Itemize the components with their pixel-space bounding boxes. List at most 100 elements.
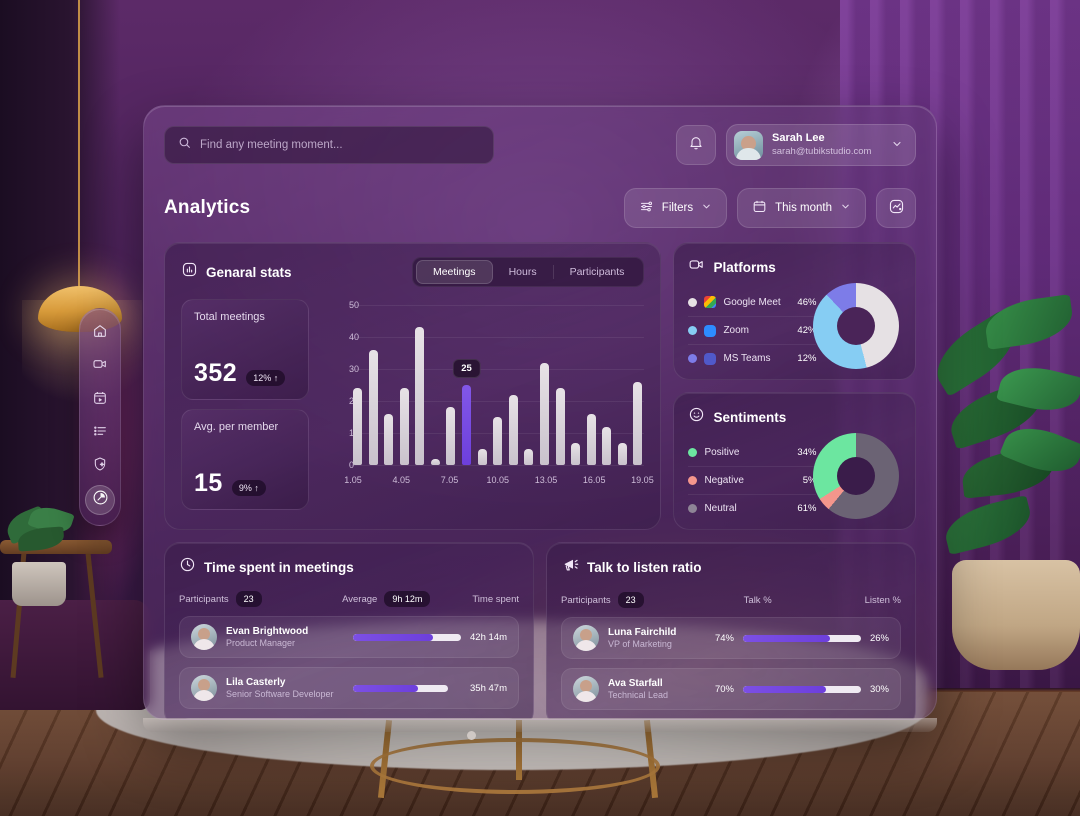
chart-bar[interactable] [602,426,612,465]
sidebar-item-recordings[interactable] [85,385,115,415]
report-chart-icon [888,198,905,218]
table-row[interactable]: Luna Fairchild VP of Marketing 74% 26% [561,617,901,659]
glass-table-surface [143,718,937,732]
chart-bar[interactable] [555,388,565,465]
filters-label: Filters [661,202,694,214]
pendant-lamp-cord [78,0,80,288]
chart-bar[interactable]: 25 [452,359,481,465]
sidebar-item-meetings[interactable] [85,352,115,382]
chart-bar[interactable] [617,442,627,465]
legend-item-zoom[interactable]: Zoom 42% [688,316,817,344]
talk-percent: 74% [714,632,734,644]
time-spent-value: 35h 47m [470,682,507,694]
chart-bar[interactable] [415,327,425,465]
shield-sparkle-icon [92,456,108,477]
table-row[interactable]: Evan Brightwood Product Manager 42h 14m [179,616,519,658]
chart-bar[interactable] [586,413,596,465]
calendar-play-icon [92,390,108,411]
table-row[interactable]: Lila Casterly Senior Software Developer … [179,667,519,709]
platforms-legend: Google Meet 46% Zoom 42% MS Teams 12% [688,288,817,372]
listen-column-label: Listen % [864,594,901,606]
chart-bar[interactable] [399,388,409,465]
sidebar-item-home[interactable] [85,319,115,349]
zoom-icon [704,324,717,337]
chart-bar[interactable] [508,394,518,465]
filters-button[interactable]: Filters [623,188,728,228]
app-sidebar[interactable] [79,308,121,526]
legend-item-ms-teams[interactable]: MS Teams 12% [688,344,817,372]
x-axis-tick-label: 4.05 [392,475,410,485]
chart-bar[interactable] [368,349,378,465]
progress-track [742,634,861,642]
participants-count: 23 [617,592,644,608]
talk-listen-card: Talk to listen ratio Participants 23 Tal… [546,542,916,719]
person-name: Lila Casterly [226,676,286,688]
chart-bar[interactable] [384,413,394,465]
sentiments-header: Sentiments [688,406,901,428]
legend-label: Neutral [704,503,737,514]
person-info: Lila Casterly Senior Software Developer [226,676,344,701]
stat-value: 352 [194,359,238,387]
x-axis-tick-label: 19.05 [631,475,654,485]
chart-bar[interactable] [430,458,440,465]
dashboard-panel: Sarah Lee sarah@tubikstudio.com Analytic… [143,105,937,720]
search-bar[interactable] [164,126,494,164]
chart-bar[interactable] [477,449,487,465]
video-camera-icon [92,356,108,377]
chart-bars[interactable]: 25 [353,305,643,465]
sidebar-item-tasks[interactable] [85,419,115,449]
chart-bar[interactable] [571,442,581,465]
bar-chart-icon [181,261,198,283]
chart-bar[interactable] [493,417,503,465]
person-role: Product Manager [226,637,296,648]
chevron-down-icon [891,138,903,153]
megaphone-icon [561,556,579,579]
chart-bar[interactable] [353,388,362,465]
report-button[interactable] [876,188,916,228]
tab-participants[interactable]: Participants [554,260,641,284]
meetings-bar-chart: 50403020100 25 1.054.057.0510.0513.0516.… [323,299,653,501]
date-range-button[interactable]: This month [737,188,866,228]
general-stats-title: Genaral stats [206,264,292,280]
general-stats-title-group: Genaral stats [181,261,292,283]
chart-bar[interactable] [524,449,534,465]
table-row[interactable]: Ava Starfall Technical Lead 70% 30% [561,668,901,710]
user-menu[interactable]: Sarah Lee sarah@tubikstudio.com [726,124,916,166]
top-right-group: Sarah Lee sarah@tubikstudio.com [676,124,916,166]
sidebar-item-analytics[interactable] [85,485,115,516]
legend-dot [688,447,698,457]
participants-count: 23 [235,591,262,607]
stats-tabs[interactable]: Meetings Hours Participants [411,257,645,287]
legend-label: Zoom [723,325,749,336]
chart-bar[interactable] [446,407,456,465]
title-row: Analytics Filters This month [164,188,916,228]
x-axis-tick-label: 13.05 [534,475,558,485]
legend-item-neutral[interactable]: Neutral 61% [688,494,817,522]
talk-listen-title: Talk to listen ratio [587,560,702,575]
time-spent-header: Time spent in meetings [179,556,519,578]
stat-trend-badge: 12% ↑ [246,370,286,386]
legend-item-positive[interactable]: Positive 34% [688,438,816,466]
progress-fill [353,684,418,692]
stat-label: Avg. per member [194,421,279,433]
chart-bar[interactable] [633,381,643,465]
calendar-icon [752,199,767,217]
chart-bar[interactable] [539,362,549,465]
stat-value-row: 352 12% ↑ [194,359,296,388]
x-axis-tick-label: 7.05 [440,475,459,485]
talk-percent: 70% [714,683,734,695]
user-info: Sarah Lee sarah@tubikstudio.com [772,132,871,158]
search-input[interactable] [200,139,480,151]
legend-dot [688,297,698,307]
sidebar-item-insights[interactable] [85,452,115,482]
avatar [573,676,599,702]
x-axis-tick-label: 1.05 [344,475,362,485]
general-stats-header: Genaral stats Meetings Hours Participant… [181,257,645,287]
tab-meetings[interactable]: Meetings [415,260,493,284]
user-name: Sarah Lee [772,132,825,145]
avatar [734,130,763,160]
tab-hours[interactable]: Hours [493,260,553,284]
notifications-button[interactable] [676,125,716,165]
legend-item-google-meet[interactable]: Google Meet 46% [688,288,816,316]
legend-item-negative[interactable]: Negative 5% [688,466,817,494]
